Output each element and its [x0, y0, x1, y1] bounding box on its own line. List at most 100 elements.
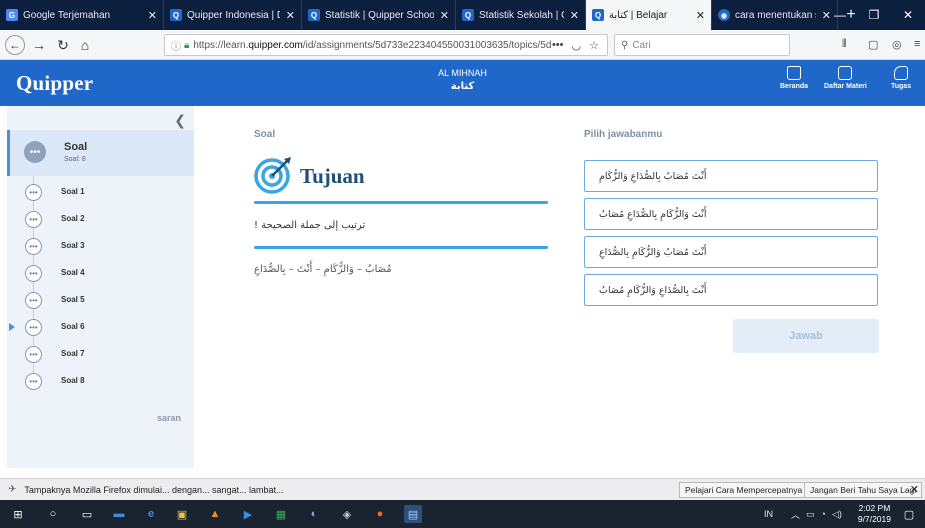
answer-option-4[interactable]: أَنْتَ بِالصُّدَاعِ وَالزُّكَامِ مُصَابُ — [584, 274, 878, 306]
tab-title: Statistik | Quipper School — [325, 9, 434, 21]
sidebar-item-label: Soal 8 — [61, 376, 85, 385]
current-question-pointer-icon — [9, 323, 15, 331]
language-indicator[interactable]: IN — [764, 500, 773, 528]
clock-time: 2:02 PM — [858, 503, 891, 513]
maximize-icon[interactable]: ❐ — [857, 0, 891, 30]
search-icon[interactable]: ○ — [44, 505, 62, 523]
tab-title: Statistik Sekolah | Quipp — [479, 9, 564, 21]
question-section-label: Soal — [254, 129, 276, 140]
clock-date: 9/7/2019 — [857, 514, 891, 524]
app-header: Quipper AL MIHNAH كتابة Beranda Daftar M… — [0, 60, 925, 106]
window-close-icon[interactable]: ✕ — [891, 0, 925, 30]
close-icon[interactable]: ✕ — [696, 9, 705, 22]
notifications-icon[interactable]: ▢ — [900, 505, 918, 523]
clock[interactable]: 2:02 PM 9/7/2019 — [858, 503, 891, 525]
sidebar-item-soal-1[interactable]: ••• Soal 1 — [7, 179, 194, 206]
close-icon[interactable]: ✕ — [286, 9, 295, 22]
bookmark-star-icon[interactable]: ☆ — [589, 39, 599, 52]
browser-tab[interactable]: Q Statistik Sekolah | Quipp ✕ — [456, 0, 586, 30]
question-list-title: Soal — [64, 141, 88, 153]
volume-icon[interactable]: ◁) — [832, 509, 842, 520]
app-icon[interactable]: ◐ — [305, 505, 323, 523]
quipper-icon: Q — [170, 9, 182, 21]
ellipsis-icon: ••• — [25, 373, 42, 390]
address-bar[interactable]: ⓘ 🔒︎ https://learn.quipper.com/id/assign… — [164, 34, 608, 56]
home-icon[interactable]: ⌂ — [75, 35, 95, 55]
windows-start-icon[interactable]: ⊞ — [9, 505, 27, 523]
question-instruction: ترتيب إلى جملة الصحيحة ! — [254, 220, 366, 231]
sidebar-item-soal-2[interactable]: ••• Soal 2 — [7, 206, 194, 233]
home-icon — [787, 66, 801, 80]
browser-tab[interactable]: G Google Terjemahan ✕ — [0, 0, 164, 30]
url-text: https://learn.quipper.com/id/assignments… — [193, 39, 552, 51]
sidebar-item-soal-6[interactable]: ••• Soal 6 — [7, 314, 194, 341]
library-icon[interactable]: ⫴ — [842, 38, 847, 51]
sidebar-item-soal-5[interactable]: ••• Soal 5 — [7, 287, 194, 314]
sidebar-item-soal-4[interactable]: ••• Soal 4 — [7, 260, 194, 287]
sidebar-item-label: Soal 3 — [61, 241, 85, 250]
answer-option-3[interactable]: أَنْتَ مُصَابُ وَالزُّكَامِ بِالصُّدَاعِ — [584, 236, 878, 268]
submit-answer-button[interactable]: Jawab — [733, 319, 879, 353]
close-icon[interactable]: ✕ — [570, 9, 579, 22]
nav-daftar-materi[interactable]: Daftar Materi — [824, 66, 867, 90]
notification-message: Tampaknya Mozilla Firefox dimulai... den… — [24, 484, 284, 495]
reload-icon[interactable]: ↻ — [53, 35, 73, 55]
sidebar-item-label: Soal 2 — [61, 214, 85, 223]
pocket-icon[interactable]: ◡ — [572, 39, 582, 52]
task-view-icon[interactable]: ▭ — [78, 505, 96, 523]
answer-option-1[interactable]: أَنْتَ مُصَابُ بِالصُّدَاعِ وَالزُّكَامِ — [584, 160, 878, 192]
media-player-icon[interactable]: ▶ — [239, 505, 257, 523]
chevron-up-icon[interactable]: ︿ — [791, 508, 800, 521]
active-app-icon[interactable]: ▤ — [404, 505, 422, 523]
store-icon[interactable]: ▣ — [173, 505, 191, 523]
minimize-icon[interactable]: — — [823, 0, 857, 30]
slow-startup-notification: ✈ Tampaknya Mozilla Firefox dimulai... d… — [0, 478, 925, 500]
chevron-left-icon[interactable]: ❮ — [174, 112, 186, 129]
more-actions-icon[interactable]: ••• — [552, 39, 564, 52]
network-icon[interactable]: ▭ — [806, 509, 815, 520]
ellipsis-icon: ••• — [24, 141, 46, 163]
divider-top — [254, 201, 548, 204]
tujuan-heading: Tujuan — [300, 164, 365, 188]
ellipsis-icon: ••• — [25, 265, 42, 282]
edge-icon[interactable]: e — [142, 505, 160, 523]
search-box[interactable]: ⚲ Cari — [614, 34, 790, 56]
sidebar-item-soal-8[interactable]: ••• Soal 8 — [7, 368, 194, 395]
tab-title: Quipper Indonesia | Distr — [187, 9, 280, 21]
sidebar-icon[interactable]: ▢ — [868, 38, 878, 51]
forward-button[interactable]: → — [29, 35, 49, 55]
excel-icon[interactable]: ▦ — [272, 505, 290, 523]
quipper-icon: Q — [592, 9, 604, 21]
system-tray: ︿ ▭ ◔ ◁) — [791, 500, 842, 528]
browser-tab[interactable]: Q Quipper Indonesia | Distr ✕ — [164, 0, 302, 30]
vlc-icon[interactable]: ▲ — [206, 505, 224, 523]
nav-label: Beranda — [780, 83, 809, 90]
app-icon[interactable]: ◈ — [338, 505, 356, 523]
back-button[interactable]: ← — [5, 35, 25, 55]
ellipsis-icon: ••• — [25, 346, 42, 363]
close-icon[interactable]: ✕ — [440, 9, 449, 22]
sidebar-item-soal-3[interactable]: ••• Soal 3 — [7, 233, 194, 260]
browser-toolbar: ← → ↻ ⌂ ⓘ 🔒︎ https://learn.quipper.com/i… — [0, 30, 925, 60]
browser-tab[interactable]: ◉ cara menentukan soal va ✕ — [712, 0, 838, 30]
wifi-icon[interactable]: ◔ — [821, 509, 826, 519]
dont-tell-again-button[interactable]: Jangan Beri Tahu Saya Lagi — [804, 482, 923, 498]
learn-speedup-button[interactable]: Pelajari Cara Mempercepatnya — [679, 482, 809, 498]
nav-tugas[interactable]: Tugas — [891, 66, 911, 90]
saran-link[interactable]: saran — [157, 413, 181, 423]
firefox-icon[interactable]: ● — [371, 505, 389, 523]
close-icon[interactable]: ✕ — [910, 483, 919, 496]
sidebar-item-label: Soal 6 — [61, 322, 85, 331]
browser-tab-active[interactable]: Q كتابة | Belajar ✕ — [586, 0, 712, 30]
close-icon[interactable]: ✕ — [148, 9, 157, 22]
extension-icon[interactable]: ◎ — [892, 38, 902, 51]
answer-option-2[interactable]: أَنْتَ وَالزُّكَامِ بِالصُّدَاعِ مُصَابُ — [584, 198, 878, 230]
browser-tab[interactable]: Q Statistik | Quipper School ✕ — [302, 0, 456, 30]
menu-icon[interactable]: ≡ — [914, 38, 920, 50]
info-icon[interactable]: ⓘ — [171, 38, 181, 53]
question-list-header[interactable]: ••• Soal Soal: 8 — [7, 130, 194, 176]
file-explorer-icon[interactable]: ▬ — [110, 505, 128, 523]
quipper-icon: Q — [462, 9, 474, 21]
sidebar-item-soal-7[interactable]: ••• Soal 7 — [7, 341, 194, 368]
nav-beranda[interactable]: Beranda — [780, 66, 808, 90]
